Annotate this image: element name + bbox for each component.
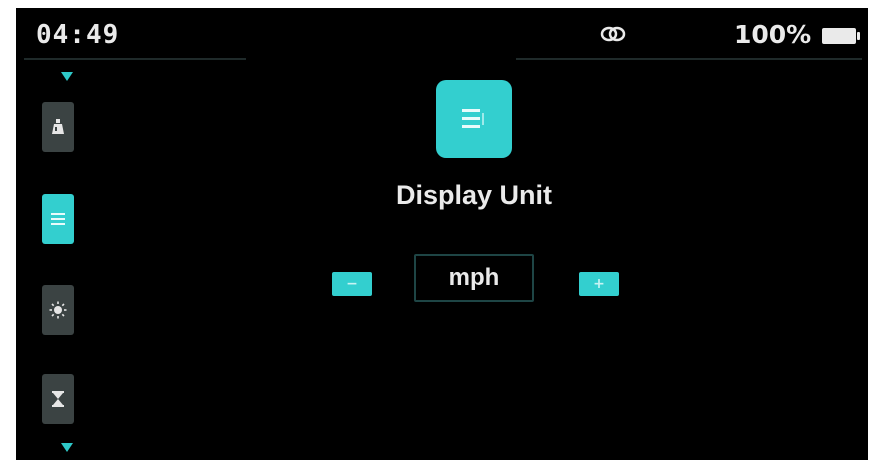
list-icon (51, 213, 65, 225)
unit-value-field[interactable]: mph (414, 254, 534, 302)
link-icon (600, 26, 626, 42)
sidebar-up-arrow-icon[interactable] (61, 72, 73, 81)
increment-button[interactable]: + (579, 272, 619, 296)
status-divider-right (516, 58, 862, 60)
status-divider-left (24, 58, 246, 60)
battery-full-icon (822, 28, 860, 44)
page-title: Display Unit (395, 180, 553, 210)
clock-time: 04:49 (36, 20, 120, 50)
list-icon (462, 109, 484, 128)
sidebar-down-arrow-icon[interactable] (61, 443, 73, 452)
brightness-icon (49, 301, 67, 319)
device-screen: 04:49 100% Display Unit − mph + (16, 8, 868, 460)
unit-value: mph (448, 264, 500, 291)
sidebar-item-lamp[interactable] (42, 102, 74, 152)
lamp-icon (52, 119, 64, 134)
sidebar-item-brightness[interactable] (42, 285, 74, 335)
sidebar-item-display-unit[interactable] (42, 194, 74, 244)
decrement-button[interactable]: − (332, 272, 372, 296)
display-unit-icon (436, 80, 512, 158)
hourglass-icon (52, 391, 64, 407)
battery-percentage: 100% (734, 20, 812, 49)
sidebar-item-timer[interactable] (42, 374, 74, 424)
